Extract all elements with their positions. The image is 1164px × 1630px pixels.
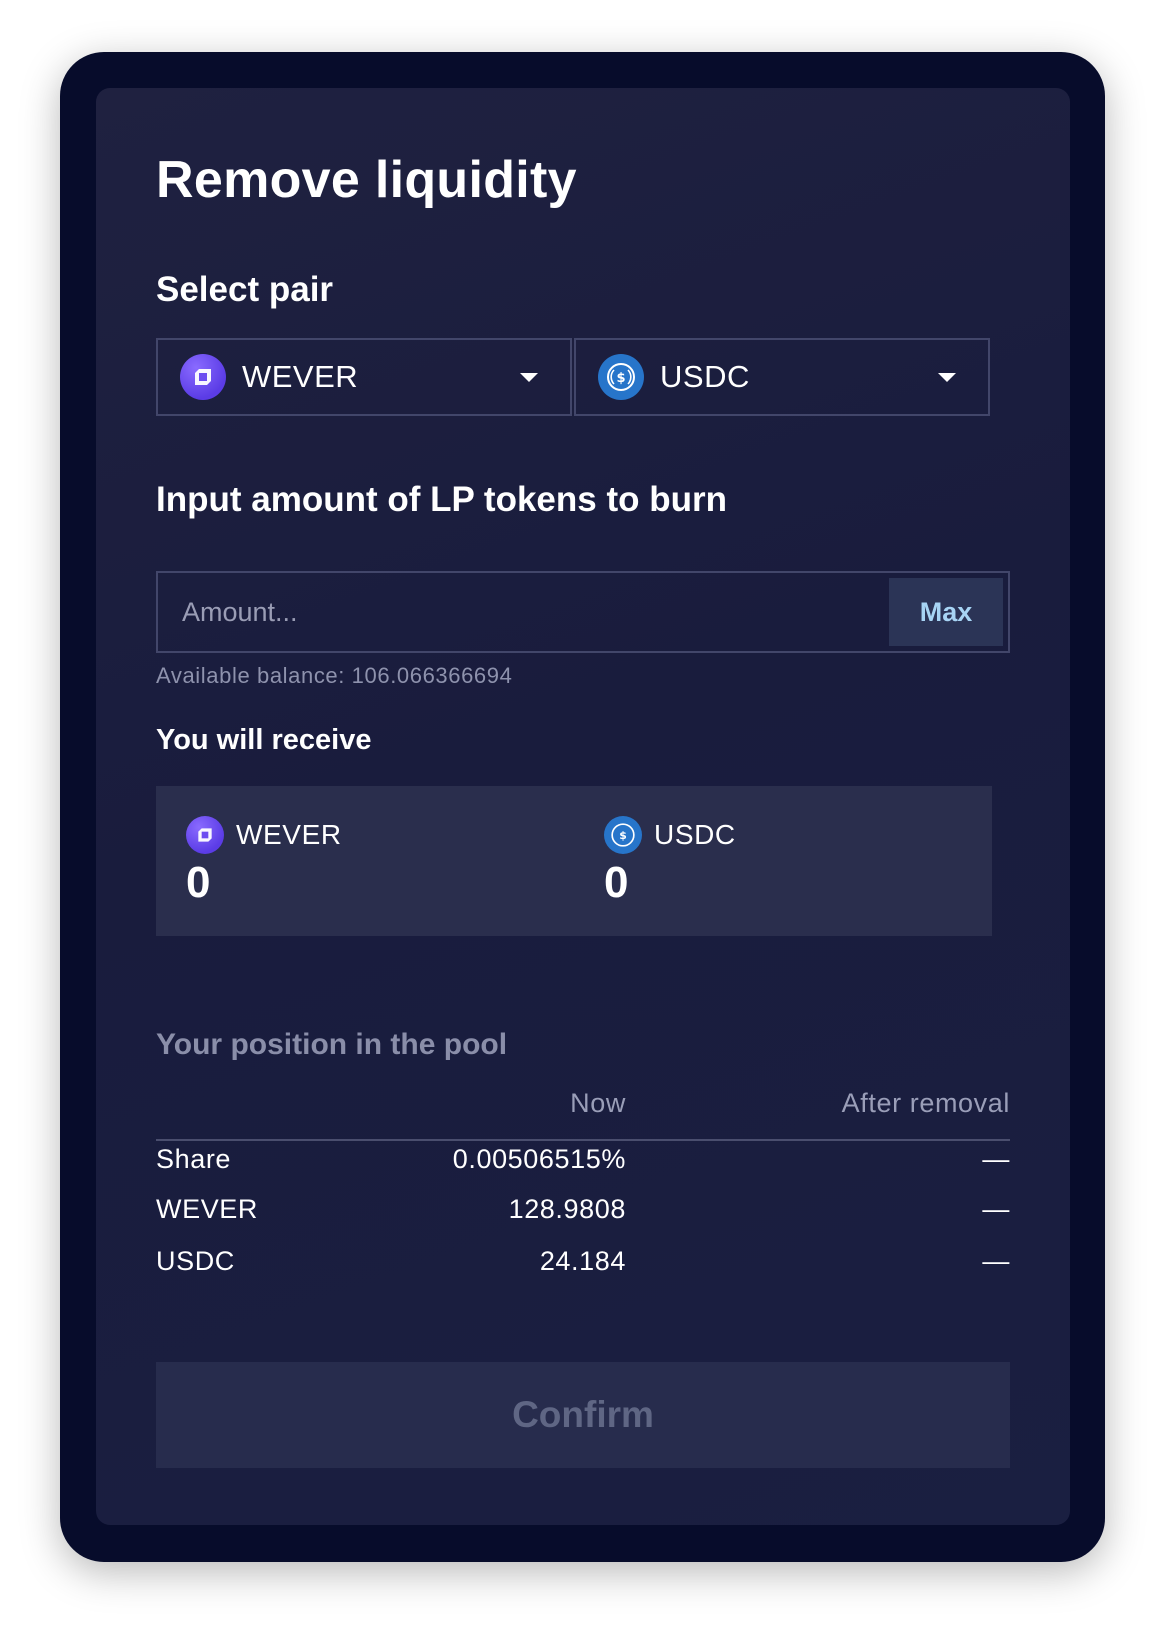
token-select-right[interactable]: $ USDC xyxy=(574,338,990,416)
table-row-after: — xyxy=(982,1246,1010,1276)
token-select-left-label: WEVER xyxy=(242,359,359,394)
receive-amount: 0 xyxy=(186,858,211,907)
svg-text:$: $ xyxy=(619,829,627,842)
table-row-label: Share xyxy=(156,1144,232,1174)
receive-card-usdc: $ USDC 0 xyxy=(574,786,992,936)
remove-liquidity-panel: Remove liquidity Select pair WEVER $ USD… xyxy=(96,88,1070,1525)
receive-token: $ USDC xyxy=(604,816,736,854)
receive-token: WEVER xyxy=(186,816,342,854)
receive-token-name: WEVER xyxy=(236,819,342,850)
svg-text:$: $ xyxy=(616,371,625,386)
usdc-icon: $ xyxy=(598,354,644,400)
column-header-now: Now xyxy=(570,1088,626,1118)
modal-frame: Remove liquidity Select pair WEVER $ USD… xyxy=(60,52,1105,1562)
table-row-label: USDC xyxy=(156,1246,235,1276)
receive-amount: 0 xyxy=(604,858,629,907)
chevron-down-icon xyxy=(520,372,538,382)
token-select-left[interactable]: WEVER xyxy=(156,338,572,416)
receive-token-name: USDC xyxy=(654,819,736,850)
token-select-right-label: USDC xyxy=(660,359,750,394)
chevron-down-icon xyxy=(938,372,956,382)
page-title: Remove liquidity xyxy=(156,151,577,209)
column-header-after-removal: After removal xyxy=(841,1088,1010,1118)
table-row-now: 128.9808 xyxy=(508,1194,626,1224)
table-row-now: 24.184 xyxy=(539,1246,626,1276)
receive-card-wever: WEVER 0 xyxy=(156,786,574,936)
table-row-after: — xyxy=(982,1144,1010,1174)
lp-amount-input[interactable] xyxy=(158,573,912,651)
confirm-button[interactable]: Confirm xyxy=(156,1362,1010,1468)
max-button[interactable]: Max xyxy=(889,578,1003,646)
usdc-icon: $ xyxy=(604,816,642,854)
wever-icon xyxy=(186,816,224,854)
receive-label: You will receive xyxy=(156,724,372,756)
table-row-label: WEVER xyxy=(156,1194,259,1224)
pool-position-label: Your position in the pool xyxy=(156,1028,508,1061)
available-balance: Available balance: 106.066366694 xyxy=(156,663,513,688)
table-row-now: 0.00506515% xyxy=(452,1144,626,1174)
wever-icon xyxy=(180,354,226,400)
select-pair-label: Select pair xyxy=(156,270,334,309)
table-row-after: — xyxy=(982,1194,1010,1224)
lp-amount-field: Max xyxy=(156,571,1010,653)
burn-amount-label: Input amount of LP tokens to burn xyxy=(156,480,727,519)
table-divider xyxy=(156,1139,1010,1141)
